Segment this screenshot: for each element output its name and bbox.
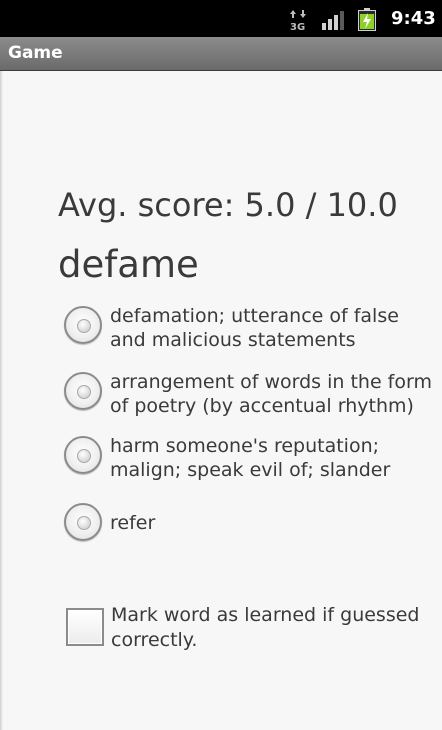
- battery-charging-icon: [358, 8, 376, 31]
- title-bar: Game: [0, 37, 442, 71]
- average-score: Avg. score: 5.0 / 10.0: [58, 186, 398, 224]
- status-time: 9:43: [391, 8, 436, 29]
- data-arrows-3g-icon: 3G: [290, 10, 306, 31]
- mark-learned-checkbox[interactable]: [66, 608, 104, 646]
- content-edge-shadow: [0, 71, 3, 730]
- svg-text:3G: 3G: [290, 22, 305, 31]
- status-bar: 3G 9:43: [0, 0, 442, 37]
- answer-option-label: harm someone's reputation; malign; speak…: [110, 435, 391, 481]
- radio-button[interactable]: [64, 436, 102, 474]
- screen-title: Game: [8, 43, 63, 63]
- answer-option-2[interactable]: arrangement of words in the form of poet…: [64, 370, 436, 420]
- answer-option-1[interactable]: defamation; utterance of false and malic…: [64, 304, 436, 354]
- answer-option-4[interactable]: refer: [64, 501, 436, 543]
- answer-option-label: defamation; utterance of false and malic…: [110, 305, 399, 351]
- answer-option-3[interactable]: harm someone's reputation; malign; speak…: [64, 434, 436, 484]
- answer-option-label: arrangement of words in the form of poet…: [110, 371, 432, 417]
- radio-button[interactable]: [64, 306, 102, 344]
- radio-button[interactable]: [64, 372, 102, 410]
- answer-option-label: refer: [110, 512, 156, 534]
- radio-button[interactable]: [64, 503, 102, 541]
- quiz-word: defame: [58, 243, 199, 286]
- signal-strength-icon: [322, 11, 344, 30]
- mark-learned-label[interactable]: Mark word as learned if guessed correctl…: [111, 603, 441, 653]
